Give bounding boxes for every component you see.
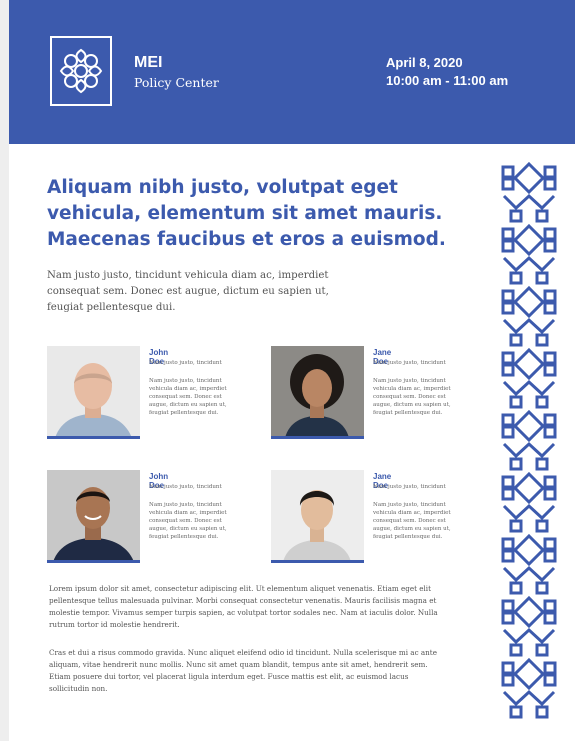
person-subtitle: Nam justo justo, tincidunt bbox=[149, 360, 222, 366]
person-photo bbox=[47, 470, 140, 562]
body-paragraph: Lorem ipsum dolor sit amet, consectetur … bbox=[49, 584, 438, 629]
photo-accent-bar bbox=[271, 436, 364, 439]
photo-accent-bar bbox=[47, 436, 140, 439]
ornamental-border-icon bbox=[501, 161, 557, 719]
person-bio: Nam justo justo, tincidunt vehicula diam… bbox=[149, 502, 227, 540]
person-photo bbox=[271, 470, 364, 562]
headline: Aliquam nibh justo, volutpat eget vehicu… bbox=[47, 177, 446, 250]
body-paragraph: Cras et dui a risus commodo gravida. Nun… bbox=[49, 648, 437, 693]
header-banner: MEI Policy Center April 8, 2020 10:00 am… bbox=[9, 0, 575, 144]
person-photo bbox=[47, 346, 140, 438]
person-bio: Nam justo justo, tincidunt vehicula diam… bbox=[373, 378, 451, 416]
person-subtitle: Nam justo justo, tincidunt bbox=[149, 484, 222, 490]
person-bio: Nam justo justo, tincidunt vehicula diam… bbox=[373, 502, 451, 540]
photo-accent-bar bbox=[47, 560, 140, 563]
person-subtitle: Nam justo justo, tincidunt bbox=[373, 360, 446, 366]
person-photo bbox=[271, 346, 364, 438]
brand-name: MEI bbox=[134, 54, 163, 71]
logo bbox=[50, 36, 112, 106]
event-date: April 8, 2020 bbox=[386, 55, 463, 70]
flyer-page: MEI Policy Center April 8, 2020 10:00 am… bbox=[9, 0, 575, 741]
ornamental-knot-icon bbox=[59, 48, 103, 94]
page-edge bbox=[0, 0, 9, 741]
event-time: 10:00 am - 11:00 am bbox=[386, 73, 509, 88]
person-subtitle: Nam justo justo, tincidunt bbox=[373, 484, 446, 490]
person-bio: Nam justo justo, tincidunt vehicula diam… bbox=[149, 378, 227, 416]
intro-paragraph: Nam justo justo, tincidunt vehicula diam… bbox=[47, 270, 329, 313]
photo-accent-bar bbox=[271, 560, 364, 563]
brand-subtitle: Policy Center bbox=[134, 75, 219, 90]
